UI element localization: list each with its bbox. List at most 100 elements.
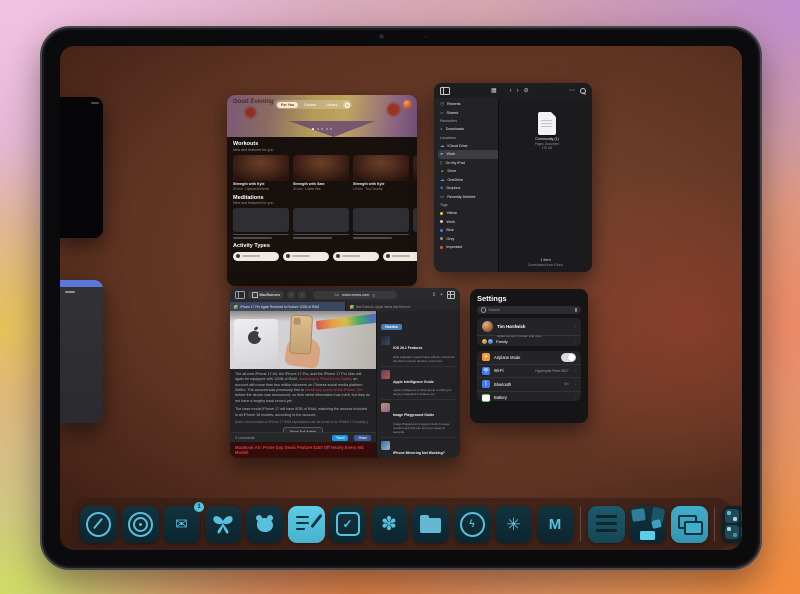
workout-card[interactable]: Strength with Kyle 20 min · Upbeat Anthe… (233, 155, 289, 191)
reload-icon[interactable]: ↻ (372, 293, 375, 298)
tabs-overview-icon[interactable] (447, 291, 455, 299)
dock-app-library-icon[interactable] (722, 506, 743, 543)
guide-item[interactable]: iPhone Mirroring Not Working?If you're e… (381, 438, 456, 458)
edge-window-top[interactable] (60, 97, 103, 238)
headline-banner[interactable]: MacBook Air: Prime Day Deals Feature $15… (230, 442, 376, 458)
meditation-card[interactable] (293, 208, 349, 239)
search-icon[interactable] (580, 88, 586, 94)
tab-explore[interactable]: Explore (300, 102, 320, 108)
openai-knot-icon: ✳ (506, 516, 520, 533)
dock-collage-icon[interactable] (629, 506, 666, 543)
share-icon[interactable]: ↥ (432, 292, 436, 298)
guide-item[interactable]: Image Playground GuideImage Playground i… (381, 400, 456, 438)
settings-search-field[interactable]: Search (477, 306, 581, 314)
dock-mail-icon[interactable]: ✉1 (163, 506, 200, 543)
sidebar-toggle-icon[interactable] (440, 87, 450, 95)
tab-active[interactable]: iPhone 17 Pro Again Rumored to Feature 1… (230, 302, 346, 311)
mic-icon[interactable] (575, 308, 577, 312)
settings-window[interactable]: Settings Search Tim HardwickApple Accoun… (470, 289, 588, 423)
sidebar-toggle-icon[interactable] (235, 291, 245, 299)
row-battery[interactable]: Battery › (477, 392, 581, 405)
tweet-button[interactable]: Tweet (332, 435, 349, 441)
row-bluetooth[interactable]: ᛒ Bluetooth On › (477, 378, 581, 392)
sidebar-item-recently-deleted[interactable]: ▭Recently Deleted (438, 193, 502, 202)
sidebar-item-onedrive[interactable]: ☁OneDrive (438, 176, 502, 185)
sidebar-item-on-my-ipad[interactable]: ▯On My iPad (438, 159, 502, 168)
workout-title: Strength with Kyle (353, 182, 409, 186)
workout-card[interactable]: Strength with Kyle 10 min · Top Country (353, 155, 409, 191)
edge-window-bottom[interactable] (60, 280, 103, 423)
dock-q-lightning-icon[interactable]: ϟ (454, 506, 491, 543)
dock-photos-icon[interactable]: ✽ (371, 506, 408, 543)
dock-bear-icon[interactable] (246, 506, 283, 543)
dock-macrumors-icon[interactable]: M (537, 506, 574, 543)
airplane-mode-toggle[interactable] (561, 353, 576, 362)
dock-windows-icon[interactable] (671, 506, 708, 543)
dock-bluesky-icon[interactable] (205, 506, 242, 543)
workout-card[interactable] (413, 155, 417, 191)
tab-library[interactable]: Library (322, 102, 341, 108)
sidebar-item-dropbox[interactable]: ◆Dropbox (438, 184, 502, 193)
activity-pill[interactable] (333, 252, 379, 261)
locations-header[interactable]: Locations⌄ (438, 134, 502, 142)
guide-item[interactable]: iOS 26.1 FeaturesHide wallpaper Liquid G… (381, 333, 456, 367)
share-button[interactable]: Share (354, 435, 371, 441)
file-item[interactable]: Community (1) Pages Document 176 KB (527, 112, 567, 150)
tab-for-you[interactable]: For You (277, 102, 298, 108)
activity-pill[interactable] (233, 252, 279, 261)
sidebar-item-recents[interactable]: ◷Recents (438, 100, 502, 109)
row-airplane-mode[interactable]: ✈ Airplane Mode (477, 351, 581, 365)
back-icon[interactable]: ‹ (510, 88, 512, 94)
dock-lists-icon[interactable] (588, 506, 625, 543)
dock-safari-icon[interactable] (80, 506, 117, 543)
favourites-header[interactable]: Favourites⌄ (438, 117, 502, 125)
sidebar-item-icloud-drive[interactable]: ☁iCloud Drive (438, 142, 502, 151)
text-size-icon[interactable]: AA (335, 293, 340, 297)
dock-files-icon[interactable] (412, 506, 449, 543)
dock-notes-icon[interactable] (288, 506, 325, 543)
tag-grey[interactable]: Grey (438, 235, 502, 244)
sidebar-item-downloads[interactable]: ◒Downloads (438, 125, 502, 134)
tags-header[interactable]: Tags⌄ (438, 201, 502, 209)
fitness-segmented-control[interactable]: For You Explore Library (275, 100, 352, 109)
fitness-window[interactable]: Good Evening For You Explore Library Wor… (227, 95, 417, 286)
activity-pill[interactable] (383, 252, 417, 261)
search-icon[interactable] (343, 101, 350, 108)
tab-inactive[interactable]: Mac Rumors: Apple News and Rumors (346, 302, 461, 311)
tag-blue[interactable]: Blue (438, 226, 502, 235)
back-button[interactable]: ‹ (287, 291, 295, 299)
workout-meta: 30 min · Latest Hits (293, 187, 349, 191)
meditation-card[interactable] (233, 208, 289, 239)
sidebar-item-drive[interactable]: ▲Drive (438, 167, 502, 176)
sidebar-item-work[interactable]: ▰Work (438, 150, 502, 159)
files-window[interactable]: ▦ ‹ › ⊘ ⋯ ◷Recents ▱Shared Favourites⌄ ◒… (434, 83, 592, 272)
workout-card[interactable]: Strength with Sam 30 min · Latest Hits (293, 155, 349, 191)
tag-work[interactable]: Work (438, 218, 502, 227)
more-icon[interactable]: ⋯ (569, 87, 575, 94)
article-link[interactable]: according to Fixed Focus Digital (299, 377, 351, 381)
url-bar[interactable]: AAmacrumors.com↻ (313, 291, 397, 299)
bookmark-pill[interactable]: MacRumors (248, 291, 284, 299)
chevron-right-icon: › (575, 395, 577, 400)
new-tab-icon[interactable]: + (440, 292, 443, 298)
dock-things-icon[interactable]: ✓ (329, 506, 366, 543)
forward-button[interactable]: › (298, 291, 306, 299)
forward-icon[interactable]: › (517, 88, 519, 94)
dock-fitness-icon[interactable] (122, 506, 159, 543)
tag-important[interactable]: Important (438, 243, 502, 252)
profile-row[interactable]: Tim HardwickApple Account, iCloud, and m… (477, 318, 581, 336)
comments-count[interactable]: 0 comments (235, 436, 255, 440)
view-options-icon[interactable]: ▦ (491, 87, 497, 94)
dock-chatgpt-icon[interactable]: ✳ (495, 506, 532, 543)
article-link[interactable]: reveal key specs of the iPhone 16e (305, 388, 362, 392)
sidebar-item-shared[interactable]: ▱Shared (438, 109, 502, 118)
safari-window[interactable]: MacRumors ‹ › AAmacrumors.com↻ ↥ + iPhon… (230, 288, 460, 458)
tag-yellow[interactable]: Yellow (438, 209, 502, 218)
guide-item[interactable]: Apple Intelligence GuideApple Intelligen… (381, 367, 456, 401)
avatar[interactable] (403, 100, 412, 109)
row-wifi[interactable]: Wi-Fi Hyperoptic Fibre 9827 › (477, 365, 581, 379)
meditation-card[interactable] (353, 208, 409, 239)
activity-pill[interactable] (283, 252, 329, 261)
guides-badge[interactable]: Guides (381, 324, 402, 330)
meditation-card[interactable] (413, 208, 417, 239)
